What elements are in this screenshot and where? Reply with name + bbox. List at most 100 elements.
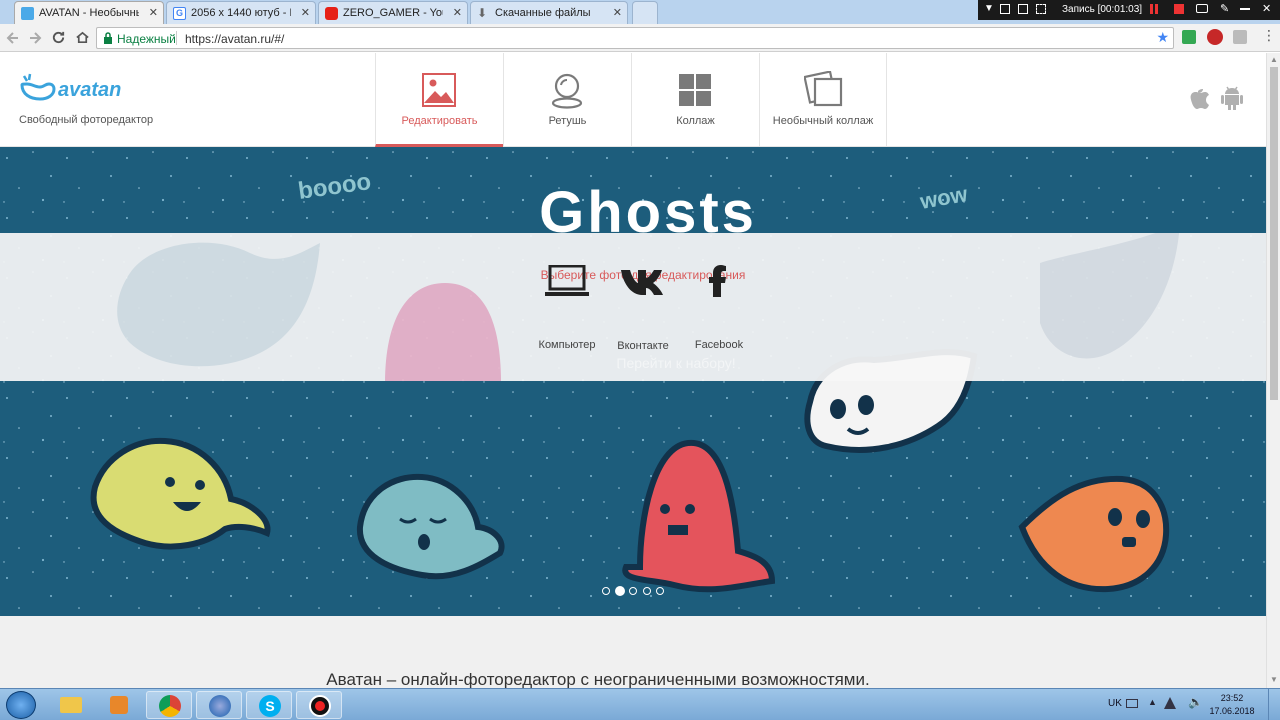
tray-expand-icon[interactable]: ▲ xyxy=(1148,697,1157,707)
show-desktop-button[interactable] xyxy=(1268,689,1280,720)
taskbar-recorder[interactable] xyxy=(296,691,342,719)
image-icon xyxy=(422,73,456,107)
fullscreen-icon[interactable] xyxy=(1018,4,1028,14)
tab-avatan[interactable]: AVATAN - Необычный ✕ xyxy=(14,1,164,24)
taskbar-media-player[interactable] xyxy=(96,691,142,719)
adblock-icon[interactable] xyxy=(1207,29,1223,45)
camera-icon[interactable] xyxy=(1196,4,1208,13)
ghost-yellow-icon xyxy=(90,437,271,550)
google-favicon-icon: G xyxy=(173,7,186,20)
carousel-dot-5[interactable] xyxy=(656,587,664,595)
tab-title: AVATAN - Необычный xyxy=(39,7,139,19)
nav-collage[interactable]: Коллаж xyxy=(631,53,759,147)
avatan-logo[interactable]: avatan xyxy=(18,73,121,108)
scroll-up-icon[interactable]: ▲ xyxy=(1270,55,1278,64)
taskbar-skype[interactable]: S xyxy=(246,691,292,719)
bookmark-star-icon[interactable]: ★ xyxy=(1156,29,1169,46)
cta-set-link[interactable]: Перейти к набору! xyxy=(606,355,746,371)
source-computer-label: Компьютер xyxy=(538,339,596,351)
extension-icon[interactable] xyxy=(1182,30,1196,44)
page-headline: Аватан – онлайн-фоторедактор с неогранич… xyxy=(326,670,870,689)
address-bar[interactable]: Надежный https://avatan.ru/#/ ★ xyxy=(96,27,1174,49)
close-tab-icon[interactable]: ✕ xyxy=(613,6,622,19)
new-tab-button[interactable] xyxy=(632,1,658,24)
page-scrollbar[interactable]: ▲ ▼ xyxy=(1266,53,1280,688)
apple-icon[interactable] xyxy=(1187,84,1209,110)
browser-tab-strip: AVATAN - Необычный ✕ G 2056 x 1440 ютуб … xyxy=(0,0,1280,24)
page-intro-section: Аватан – онлайн-фоторедактор с неогранич… xyxy=(0,616,1266,689)
ghost-red-icon xyxy=(622,439,776,593)
window-icon[interactable] xyxy=(1000,4,1010,14)
reload-icon[interactable] xyxy=(51,30,66,45)
language-indicator[interactable]: UK xyxy=(1108,698,1122,709)
minimize-icon[interactable] xyxy=(1240,8,1250,10)
folder-icon xyxy=(60,697,82,713)
menu-dots-icon[interactable]: ⋮ xyxy=(1262,27,1276,44)
keyboard-icon[interactable] xyxy=(1126,699,1138,708)
tab-title: 2056 x 1440 ютуб - Пои xyxy=(191,7,291,19)
carousel-dot-2-active[interactable] xyxy=(615,586,625,596)
taskbar-explorer[interactable] xyxy=(48,691,94,719)
site-tagline: Свободный фоторедактор xyxy=(19,114,154,126)
ghost-illustrations xyxy=(90,349,1170,593)
lock-icon xyxy=(104,32,112,44)
hero-banner: boooo wow Ghosts Выберите фото редактиро… xyxy=(0,147,1266,616)
close-tab-icon[interactable]: ✕ xyxy=(453,6,462,19)
secure-label: Надежный xyxy=(117,32,176,46)
collage-grid-icon xyxy=(679,74,711,106)
source-facebook-label: Facebook xyxy=(694,339,744,351)
region-select-icon[interactable] xyxy=(1036,4,1046,14)
laptop-icon xyxy=(545,265,589,296)
facebook-icon xyxy=(709,265,726,297)
nav-collage-label: Коллаж xyxy=(676,115,715,127)
screen-recorder-bar: ▼ Запись [00:01:03] ✎ ✕ xyxy=(978,0,1280,20)
divider xyxy=(176,31,177,45)
nav-retouch-label: Ретушь xyxy=(548,115,587,127)
tab-youtube[interactable]: ZERO_GAMER - YouTube ✕ xyxy=(318,1,468,24)
carousel-dot-4[interactable] xyxy=(643,587,651,595)
home-icon[interactable] xyxy=(75,30,90,45)
back-arrow-icon[interactable] xyxy=(6,31,20,45)
nav-retouch[interactable]: Ретушь xyxy=(503,53,631,147)
network-icon[interactable] xyxy=(1164,697,1176,709)
close-tab-icon[interactable]: ✕ xyxy=(149,6,158,19)
tab-downloads[interactable]: ⬇ Скачанные файлы ✕ xyxy=(470,1,628,24)
carousel-dot-3[interactable] xyxy=(629,587,637,595)
clock-time[interactable]: 23:52 xyxy=(1212,693,1252,703)
recorder-label: Запись [00:01:03] xyxy=(1062,4,1143,15)
nav-unusual-collage-label: Необычный коллаж xyxy=(772,115,874,127)
nav-unusual-collage[interactable]: Необычный коллаж xyxy=(759,53,887,147)
nav-edit-label: Редактировать xyxy=(401,115,478,127)
browser-toolbar: Надежный https://avatan.ru/#/ ★ ⋮ xyxy=(0,24,1280,52)
tab-title: ZERO_GAMER - YouTube xyxy=(343,7,443,19)
globe-icon xyxy=(209,695,231,717)
carousel-dot-1[interactable] xyxy=(602,587,610,595)
volume-icon[interactable]: 🔈 xyxy=(1188,695,1203,709)
tab-google-search[interactable]: G 2056 x 1440 ютуб - Пои ✕ xyxy=(166,1,316,24)
rss-icon[interactable] xyxy=(1233,30,1247,44)
record-icon xyxy=(309,695,331,717)
close-icon[interactable]: ✕ xyxy=(1262,2,1271,15)
android-icon[interactable] xyxy=(1220,84,1244,110)
stop-icon[interactable] xyxy=(1174,4,1184,14)
pause-icon[interactable] xyxy=(1150,4,1153,14)
scroll-down-icon[interactable]: ▼ xyxy=(1270,675,1278,684)
nav-edit[interactable]: Редактировать xyxy=(375,53,503,147)
taskbar-browser[interactable] xyxy=(196,691,242,719)
vk-icon xyxy=(621,270,663,295)
taskbar-chrome[interactable] xyxy=(146,691,192,719)
clock-date[interactable]: 17.06.2018 xyxy=(1206,706,1258,716)
url-text[interactable]: https://avatan.ru/#/ xyxy=(185,32,284,46)
download-favicon-icon: ⬇ xyxy=(477,6,488,20)
youtube-favicon-icon xyxy=(325,7,338,20)
forward-arrow-icon[interactable] xyxy=(28,31,42,45)
whale-logo-icon xyxy=(20,73,56,101)
site-header: avatan Свободный фоторедактор Редактиров… xyxy=(0,53,1266,147)
pencil-icon[interactable]: ✎ xyxy=(1220,2,1229,15)
ghost-orange-icon xyxy=(1018,475,1170,593)
scrollbar-thumb[interactable] xyxy=(1270,67,1278,400)
chevron-down-icon[interactable]: ▼ xyxy=(984,3,994,14)
start-button-icon[interactable] xyxy=(6,691,36,719)
unusual-collage-icon xyxy=(804,71,843,107)
close-tab-icon[interactable]: ✕ xyxy=(301,6,310,19)
